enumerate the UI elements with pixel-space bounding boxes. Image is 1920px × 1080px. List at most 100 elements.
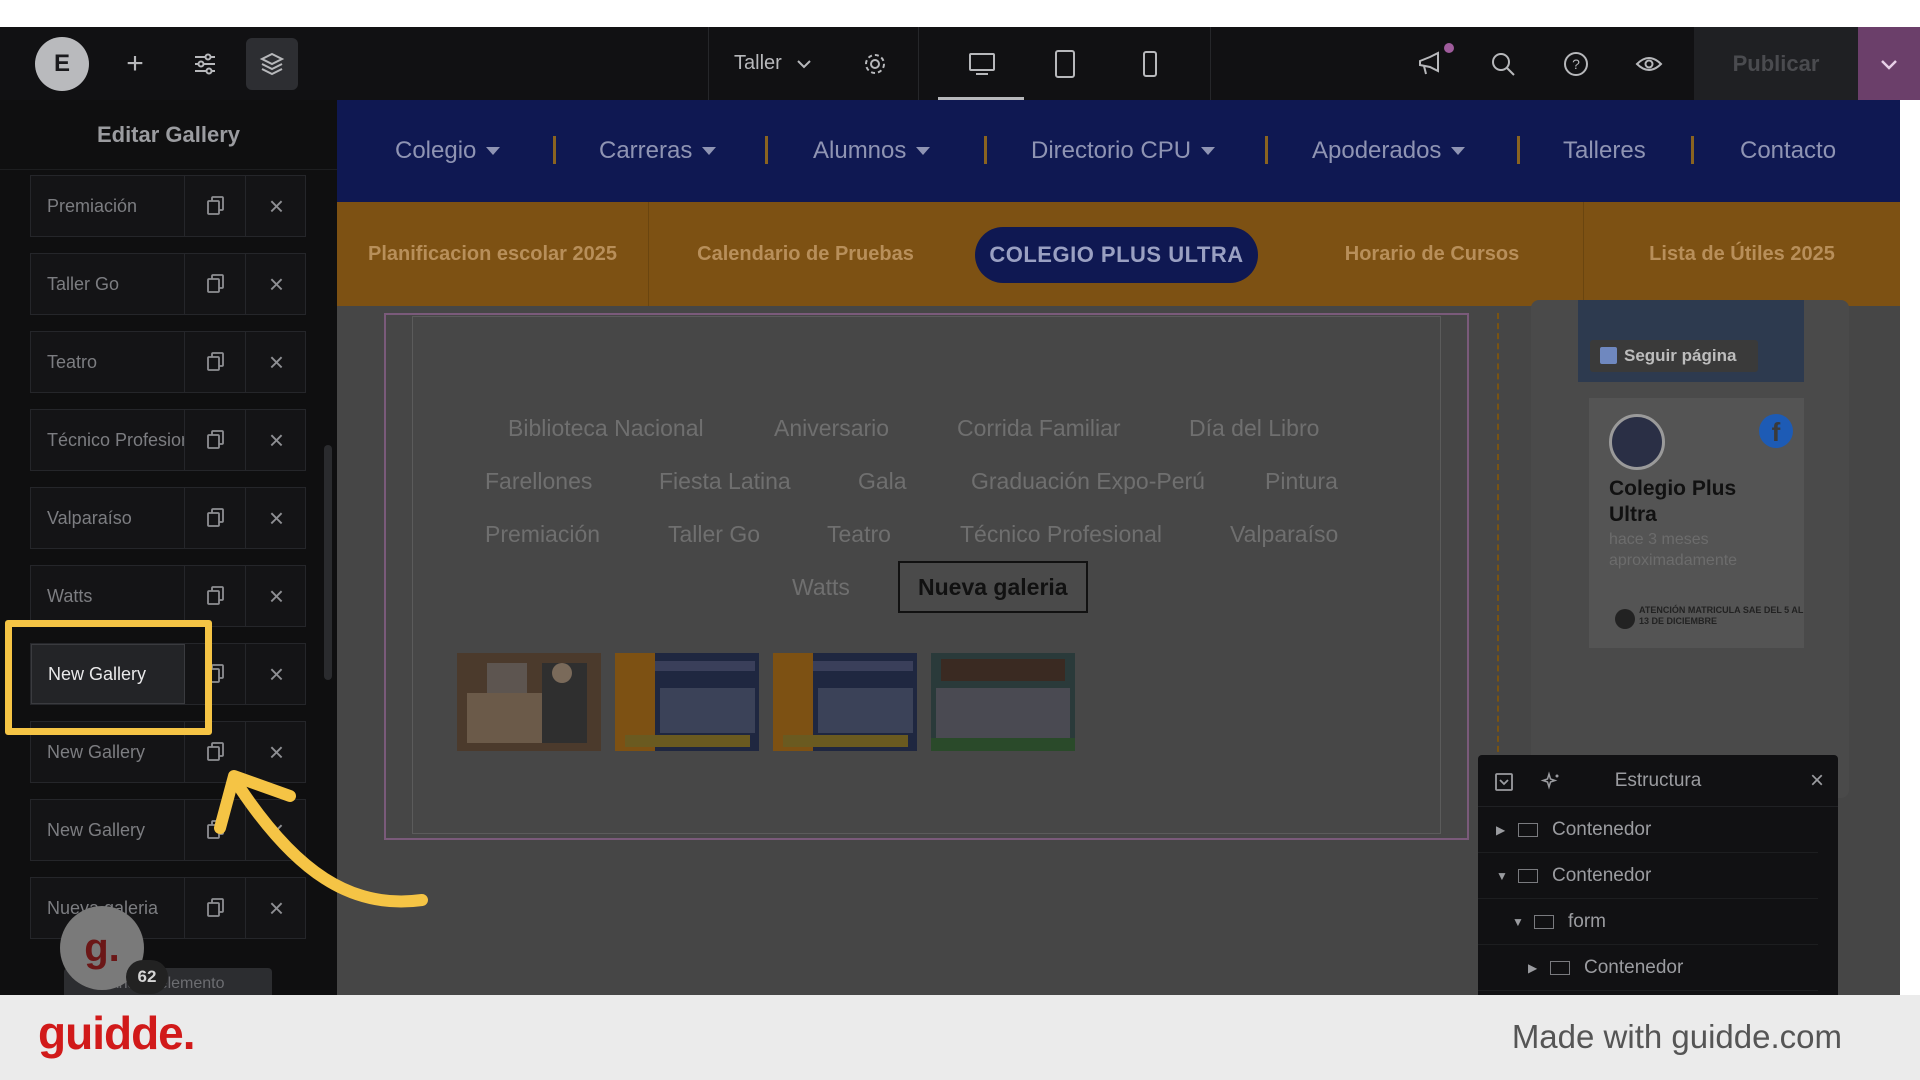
- sub-nav-item[interactable]: Calendario de Pruebas: [649, 202, 962, 306]
- nav-item[interactable]: Contacto: [1740, 100, 1836, 202]
- divider: [708, 27, 709, 100]
- structure-row[interactable]: ▼ Contenedor: [1478, 853, 1818, 899]
- sub-nav-item[interactable]: Planificacion escolar 2025: [337, 202, 648, 306]
- elementor-logo-icon[interactable]: E: [35, 37, 89, 91]
- preview-eye-icon[interactable]: [1629, 27, 1669, 100]
- duplicate-icon[interactable]: [186, 254, 246, 314]
- add-element-icon[interactable]: +: [115, 27, 155, 100]
- structure-row[interactable]: ▶ Contenedor: [1478, 807, 1818, 853]
- layers-icon[interactable]: [246, 38, 298, 90]
- container-icon: [1550, 960, 1570, 975]
- expand-arrow-icon[interactable]: ▶: [1528, 961, 1550, 975]
- nav-item-label: Colegio: [395, 137, 477, 164]
- sub-nav-item-active[interactable]: COLEGIO PLUS ULTRA: [975, 227, 1258, 283]
- gallery-thumbnail[interactable]: [457, 653, 601, 751]
- gallery-item-label[interactable]: Técnico Profesional: [31, 410, 185, 470]
- gallery-filter[interactable]: Teatro: [827, 514, 891, 554]
- notification-dot: [1444, 43, 1454, 53]
- step-count-badge: 62: [126, 960, 168, 994]
- gallery-filter[interactable]: Fiesta Latina: [659, 461, 791, 501]
- sparkle-icon[interactable]: [1540, 771, 1562, 793]
- nav-item[interactable]: Directorio CPU: [1031, 100, 1216, 202]
- gallery-thumbnail[interactable]: [773, 653, 917, 751]
- follow-page-button[interactable]: Seguir página: [1590, 340, 1758, 372]
- gallery-item[interactable]: Teatro ×: [30, 331, 306, 393]
- gallery-item-label[interactable]: Watts: [31, 566, 185, 626]
- nav-item[interactable]: Talleres: [1563, 100, 1646, 202]
- nav-item-label: Talleres: [1563, 137, 1646, 164]
- gallery-item-label[interactable]: Teatro: [31, 332, 185, 392]
- close-icon[interactable]: ×: [247, 176, 306, 236]
- gallery-item[interactable]: Taller Go ×: [30, 253, 306, 315]
- pointer-arrow-icon: [214, 770, 428, 908]
- sub-nav-item[interactable]: Lista de Útiles 2025: [1584, 202, 1900, 306]
- gallery-filter[interactable]: Pintura: [1265, 461, 1338, 501]
- gallery-item[interactable]: Watts ×: [30, 565, 306, 627]
- nav-separator: [1691, 136, 1694, 164]
- structure-row[interactable]: ▶ Contenedor: [1478, 945, 1818, 991]
- facebook-page-name[interactable]: Colegio Plus Ultra: [1609, 476, 1769, 528]
- sub-nav-item[interactable]: Horario de Cursos: [1277, 202, 1587, 306]
- search-icon[interactable]: [1483, 27, 1523, 100]
- desktop-view-icon[interactable]: [962, 27, 1002, 100]
- gallery-filter-active[interactable]: Nueva galeria: [898, 561, 1088, 613]
- close-icon[interactable]: ×: [247, 332, 306, 392]
- duplicate-icon[interactable]: [186, 488, 246, 548]
- gallery-filter[interactable]: Técnico Profesional: [960, 514, 1162, 554]
- gallery-filter[interactable]: Biblioteca Nacional: [508, 408, 704, 448]
- close-icon[interactable]: ×: [247, 254, 306, 314]
- gallery-item-label[interactable]: Taller Go: [31, 254, 185, 314]
- publish-button[interactable]: Publicar: [1694, 27, 1858, 100]
- notifications-megaphone-icon[interactable]: [1410, 27, 1450, 100]
- gallery-item[interactable]: Valparaíso ×: [30, 487, 306, 549]
- nav-item[interactable]: Carreras: [599, 100, 717, 202]
- facebook-logo-icon: f: [1759, 414, 1793, 448]
- facebook-icon: [1600, 347, 1617, 364]
- gallery-filter[interactable]: Gala: [858, 461, 907, 501]
- nav-item[interactable]: Colegio: [395, 100, 501, 202]
- publish-options-chevron-icon[interactable]: [1858, 27, 1920, 100]
- gallery-filter[interactable]: Corrida Familiar: [957, 408, 1121, 448]
- gallery-filter[interactable]: Premiación: [485, 514, 600, 554]
- gallery-filter[interactable]: Valparaíso: [1230, 514, 1338, 554]
- gallery-filter[interactable]: Watts: [792, 567, 850, 607]
- gallery-item-label[interactable]: Premiación: [31, 176, 185, 236]
- gallery-thumbnail[interactable]: [615, 653, 759, 751]
- duplicate-icon[interactable]: [186, 176, 246, 236]
- gallery-item[interactable]: Técnico Profesional ×: [30, 409, 306, 471]
- gallery-filter[interactable]: Farellones: [485, 461, 592, 501]
- help-icon[interactable]: ?: [1556, 27, 1596, 100]
- collapse-arrow-icon[interactable]: ▼: [1512, 915, 1534, 929]
- nav-item[interactable]: Alumnos: [813, 100, 931, 202]
- duplicate-icon[interactable]: [186, 332, 246, 392]
- collapse-all-icon[interactable]: [1494, 772, 1514, 792]
- caret-down-icon: [702, 147, 717, 155]
- gallery-item-label[interactable]: New Gallery: [31, 800, 185, 860]
- close-icon[interactable]: ×: [247, 644, 306, 704]
- panel-scrollbar[interactable]: [324, 445, 332, 680]
- page-settings-gear-icon[interactable]: [855, 27, 895, 100]
- gallery-filter[interactable]: Aniversario: [774, 408, 889, 448]
- close-icon[interactable]: ×: [247, 566, 306, 626]
- gallery-filter[interactable]: Taller Go: [668, 514, 760, 554]
- gallery-thumbnail[interactable]: [931, 653, 1075, 751]
- duplicate-icon[interactable]: [186, 410, 246, 470]
- structure-row-label: Contenedor: [1584, 956, 1684, 978]
- tablet-view-icon[interactable]: [1045, 27, 1085, 100]
- divider: [918, 27, 919, 100]
- page-selector[interactable]: Taller: [734, 27, 814, 100]
- close-icon[interactable]: ×: [1810, 767, 1824, 795]
- close-icon[interactable]: ×: [247, 410, 306, 470]
- close-icon[interactable]: ×: [247, 488, 306, 548]
- duplicate-icon[interactable]: [186, 566, 246, 626]
- mobile-view-icon[interactable]: [1130, 27, 1170, 100]
- gallery-filter[interactable]: Graduación Expo-Perú: [971, 461, 1205, 501]
- structure-row[interactable]: ▼ form: [1478, 899, 1818, 945]
- collapse-arrow-icon[interactable]: ▼: [1496, 869, 1518, 883]
- settings-sliders-icon[interactable]: [185, 27, 225, 100]
- gallery-filter[interactable]: Día del Libro: [1189, 408, 1319, 448]
- gallery-item[interactable]: Premiación ×: [30, 175, 306, 237]
- nav-item[interactable]: Apoderados: [1312, 100, 1466, 202]
- expand-arrow-icon[interactable]: ▶: [1496, 823, 1518, 837]
- gallery-item-label[interactable]: Valparaíso: [31, 488, 185, 548]
